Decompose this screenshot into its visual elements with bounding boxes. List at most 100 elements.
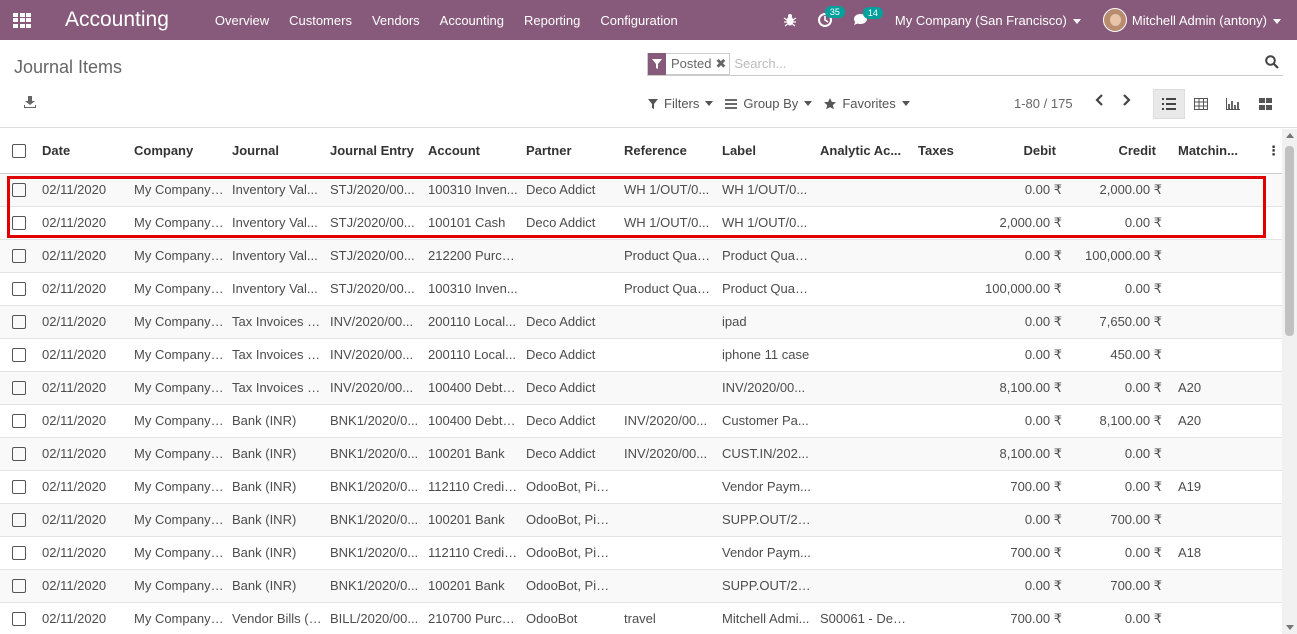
search-icon[interactable] <box>1265 54 1283 73</box>
scrollbar-thumb[interactable] <box>1285 146 1294 336</box>
cell-account: 100400 Debto... <box>420 370 518 404</box>
table-row[interactable]: 02/11/2020 My Company ... Vendor Bills (I.… <box>0 601 1282 634</box>
row-checkbox[interactable] <box>0 238 34 272</box>
cell-reference <box>616 535 714 569</box>
row-checkbox[interactable] <box>0 436 34 470</box>
table-row[interactable]: 02/11/2020 My Company ... Inventory Val...… <box>0 172 1282 206</box>
table-row[interactable]: 02/11/2020 My Company ... Inventory Val...… <box>0 205 1282 239</box>
cell-analytic-account <box>812 535 910 569</box>
row-checkbox[interactable] <box>0 535 34 569</box>
menu-accounting[interactable]: Accounting <box>440 13 504 28</box>
cell-account: 100201 Bank <box>420 568 518 602</box>
cell-credit: 700.00 ₹ <box>1070 502 1170 536</box>
cell-journal: Bank (INR) <box>224 568 322 602</box>
cell-matching <box>1170 568 1282 602</box>
list-view-icon[interactable] <box>1153 89 1185 119</box>
row-checkbox[interactable] <box>0 304 34 338</box>
activity-clock-icon[interactable]: 35 <box>817 6 845 28</box>
menu-overview[interactable]: Overview <box>215 13 269 28</box>
bug-icon[interactable] <box>783 13 797 27</box>
col-partner[interactable]: Partner <box>518 129 616 174</box>
remove-facet-icon[interactable]: ✖ <box>715 56 729 72</box>
scroll-up-icon[interactable] <box>1286 133 1294 138</box>
row-checkbox[interactable] <box>0 271 34 305</box>
page-title: Journal Items <box>14 57 123 77</box>
table-row[interactable]: 02/11/2020 My Company ... Bank (INR) BNK1/2… <box>0 403 1282 437</box>
cell-date: 02/11/2020 <box>34 370 126 404</box>
table-row[interactable]: 02/11/2020 My Company ... Bank (INR) BNK1/2… <box>0 502 1282 536</box>
col-label[interactable]: Label <box>714 129 812 174</box>
table-row[interactable]: 02/11/2020 My Company ... Inventory Val...… <box>0 271 1282 305</box>
cell-company: My Company ... <box>126 469 224 503</box>
cell-matching: A20 <box>1170 403 1282 437</box>
graph-view-icon[interactable] <box>1217 89 1249 119</box>
row-checkbox[interactable] <box>0 172 34 206</box>
company-switcher[interactable]: My Company (San Francisco) <box>895 13 1081 28</box>
user-avatar[interactable] <box>1102 8 1127 32</box>
pager-value[interactable]: 1-80 / 175 <box>1014 96 1073 111</box>
cell-date: 02/11/2020 <box>34 568 126 602</box>
col-credit[interactable]: Credit <box>1070 129 1170 174</box>
table-row[interactable]: 02/11/2020 My Company ... Tax Invoices (..… <box>0 304 1282 338</box>
row-checkbox[interactable] <box>0 568 34 602</box>
col-debit[interactable]: Debit <box>972 129 1070 174</box>
col-date[interactable]: Date <box>34 129 126 174</box>
table-row[interactable]: 02/11/2020 My Company ... Inventory Val...… <box>0 238 1282 272</box>
apps-menu-icon[interactable] <box>0 0 44 40</box>
col-company[interactable]: Company <box>126 129 224 174</box>
vertical-scrollbar[interactable] <box>1282 129 1297 634</box>
row-checkbox[interactable] <box>0 205 34 239</box>
table-row[interactable]: 02/11/2020 My Company ... Bank (INR) BNK1/2… <box>0 436 1282 470</box>
col-journal-entry[interactable]: Journal Entry <box>322 129 420 174</box>
table-row[interactable]: 02/11/2020 My Company ... Bank (INR) BNK1/2… <box>0 535 1282 569</box>
col-account[interactable]: Account <box>420 129 518 174</box>
row-checkbox[interactable] <box>0 502 34 536</box>
scroll-down-icon[interactable] <box>1286 625 1294 630</box>
pager-next-icon[interactable] <box>1116 93 1138 111</box>
select-all-checkbox[interactable] <box>0 129 34 174</box>
row-checkbox[interactable] <box>0 370 34 404</box>
table-row[interactable]: 02/11/2020 My Company ... Bank (INR) BNK1/2… <box>0 469 1282 503</box>
cell-reference: Product Quan... <box>616 238 714 272</box>
cell-partner: OdooBot <box>518 601 616 634</box>
kanban-view-icon[interactable] <box>1249 89 1281 119</box>
table-row[interactable]: 02/11/2020 My Company ... Tax Invoices (..… <box>0 337 1282 371</box>
col-analytic-account[interactable]: Analytic Ac... <box>812 129 910 174</box>
row-checkbox[interactable] <box>0 601 34 634</box>
menu-configuration[interactable]: Configuration <box>600 13 677 28</box>
table-row[interactable]: 02/11/2020 My Company ... Tax Invoices (..… <box>0 370 1282 404</box>
pager-previous-icon[interactable] <box>1088 93 1110 111</box>
col-journal[interactable]: Journal <box>224 129 322 174</box>
group-by-dropdown[interactable]: Group By <box>725 96 813 111</box>
cell-reference: travel <box>616 601 714 634</box>
menu-customers[interactable]: Customers <box>289 13 352 28</box>
search-facet-posted[interactable]: Posted ✖ <box>647 52 731 75</box>
col-taxes[interactable]: Taxes <box>910 129 972 174</box>
cell-journal-entry: INV/2020/00... <box>322 304 420 338</box>
col-matching[interactable]: Matchin... ⋮ <box>1170 129 1282 174</box>
cell-debit: 0.00 ₹ <box>972 337 1070 371</box>
user-menu[interactable]: Mitchell Admin (antony) <box>1132 13 1281 28</box>
messages-icon[interactable]: 14 <box>853 7 883 27</box>
row-checkbox[interactable] <box>0 469 34 503</box>
cell-date: 02/11/2020 <box>34 436 126 470</box>
filters-dropdown[interactable]: Filters <box>648 96 714 111</box>
menu-reporting[interactable]: Reporting <box>524 13 580 28</box>
cell-credit: 2,000.00 ₹ <box>1070 172 1170 206</box>
menu-vendors[interactable]: Vendors <box>372 13 420 28</box>
activity-count-badge: 35 <box>824 6 845 18</box>
search-input[interactable] <box>734 56 1265 71</box>
table-row[interactable]: 02/11/2020 My Company ... Bank (INR) BNK1/2… <box>0 568 1282 602</box>
row-checkbox[interactable] <box>0 337 34 371</box>
col-reference[interactable]: Reference <box>616 129 714 174</box>
cell-partner: OdooBot, Piet... <box>518 535 616 569</box>
pivot-view-icon[interactable] <box>1185 89 1217 119</box>
app-brand[interactable]: Accounting <box>65 8 169 32</box>
favorites-dropdown[interactable]: Favorites <box>824 96 910 111</box>
row-checkbox[interactable] <box>0 403 34 437</box>
optional-columns-icon[interactable]: ⋮ <box>1267 143 1280 159</box>
cell-analytic-account <box>812 370 910 404</box>
cell-taxes <box>910 337 972 371</box>
cell-account: 100201 Bank <box>420 436 518 470</box>
download-icon[interactable] <box>24 96 36 108</box>
